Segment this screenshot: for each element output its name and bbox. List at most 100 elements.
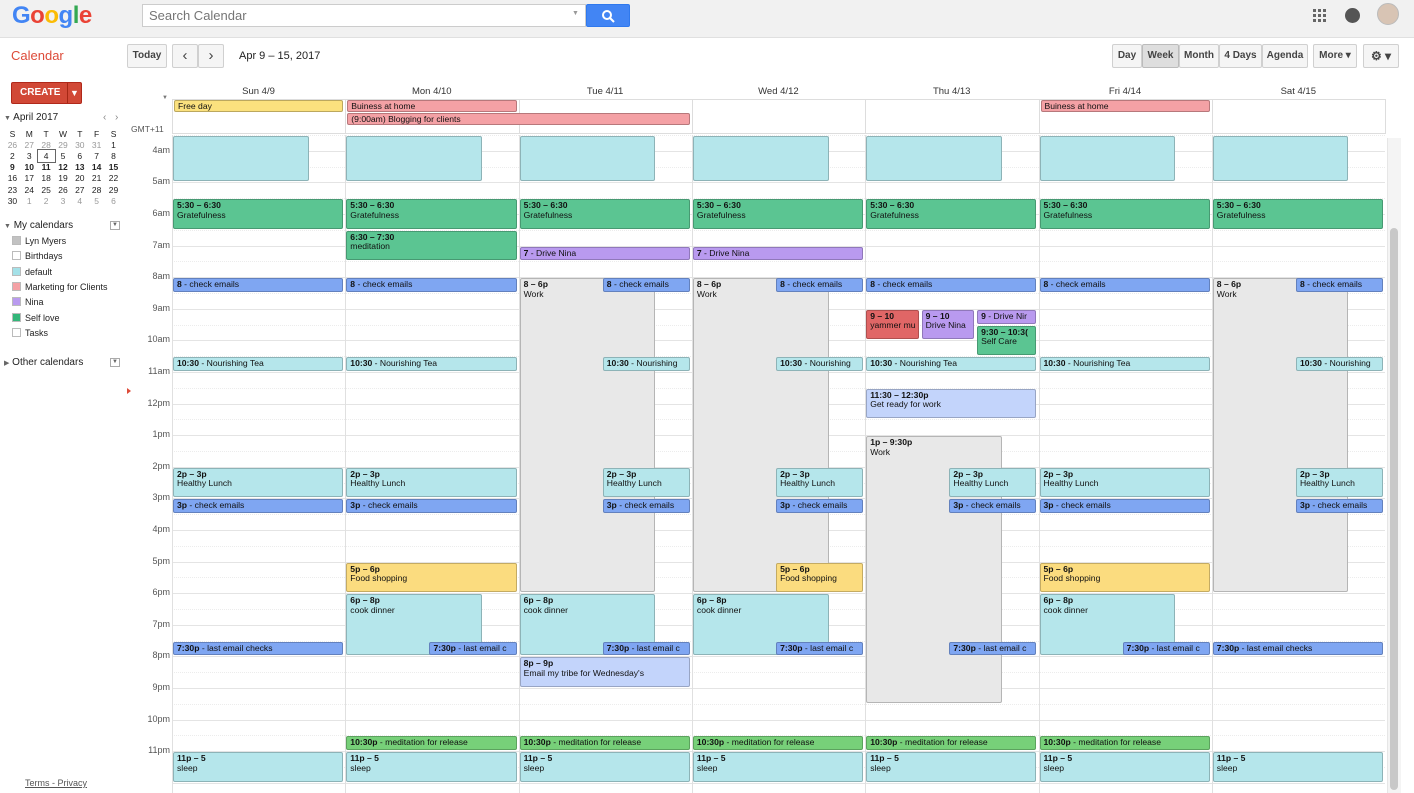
calendar-event[interactable]: 10:30 - Nourishing xyxy=(1295,357,1384,371)
calendar-event[interactable]: 8 - check emails xyxy=(602,278,690,292)
day-header[interactable]: Thu 4/13 xyxy=(865,86,1038,97)
calendar-event[interactable]: 8 – 6p Work xyxy=(692,278,829,593)
calendar-event[interactable]: 2p – 3p Healthy Lunch xyxy=(602,467,690,498)
calendar-event[interactable]: 5:30 – 6:30 Gratefulness xyxy=(692,199,864,229)
calendar-event[interactable]: 8 - check emails xyxy=(1295,278,1384,292)
mini-day[interactable]: 24 xyxy=(21,184,38,195)
calendar-event[interactable] xyxy=(519,136,656,182)
calendar-event[interactable]: 11p – 5 sleep xyxy=(346,752,517,782)
calendar-event[interactable]: 10:30 - Nourishing xyxy=(776,357,864,371)
mini-day[interactable]: 27 xyxy=(21,139,38,150)
all-day-event[interactable]: Buiness at home xyxy=(1040,100,1210,112)
calendar-event[interactable]: 3p - check emails xyxy=(949,499,1037,514)
privacy-link[interactable]: Privacy xyxy=(58,778,88,788)
calendar-event[interactable]: 5p – 6p Food shopping xyxy=(776,562,864,593)
calendar-event[interactable]: 3p - check emails xyxy=(1295,499,1384,514)
google-logo[interactable]: Google xyxy=(12,2,92,30)
calendar-event[interactable] xyxy=(1212,136,1349,182)
other-calendars-menu-icon[interactable]: ▼ xyxy=(110,358,120,367)
calendar-event[interactable]: 7:30p - last email c xyxy=(1122,641,1210,656)
calendar-event[interactable]: 2p – 3p Healthy Lunch xyxy=(776,467,864,498)
calendar-event[interactable]: 9 - Drive Nir xyxy=(977,309,1037,324)
calendar-event[interactable]: 9 – 10 yammer mu xyxy=(866,309,919,340)
week-grid[interactable]: 4am 5am 6am 7am 8am 9am 10am 11am 12pm 1pm 2pm 3pm 4… xyxy=(128,135,1385,793)
calendar-event[interactable]: 3p - check emails xyxy=(173,499,344,514)
calendar-event[interactable]: 3p - check emails xyxy=(1039,499,1210,514)
mini-day[interactable]: 6 xyxy=(71,150,88,161)
calendar-event[interactable]: 11p – 5 sleep xyxy=(519,752,690,782)
calendar-event[interactable]: 11p – 5 sleep xyxy=(1212,752,1384,782)
calendar-event[interactable]: 7:30p - last email checks xyxy=(1212,641,1384,656)
settings-button[interactable]: ⚙ ▾ xyxy=(1363,44,1399,68)
mini-day[interactable]: 17 xyxy=(21,173,38,184)
view-agenda-button[interactable]: Agenda xyxy=(1262,44,1308,68)
mini-day[interactable]: 14 xyxy=(88,162,105,173)
view-4days-button[interactable]: 4 Days xyxy=(1219,44,1262,68)
calendar-event[interactable]: 10:30 - Nourishing Tea xyxy=(346,357,517,371)
all-day-event[interactable]: Free day xyxy=(174,100,344,112)
calendar-event[interactable]: 8p – 9p Email my tribe for Wednesday's xyxy=(519,657,690,687)
today-button[interactable]: Today xyxy=(127,44,167,68)
search-options-icon[interactable]: ▼ xyxy=(572,10,579,17)
calendar-event[interactable]: 8 - check emails xyxy=(1039,278,1210,292)
mini-day[interactable]: 18 xyxy=(38,173,55,184)
mini-day[interactable]: 22 xyxy=(105,173,122,184)
day-header[interactable]: Tue 4/11 xyxy=(519,86,692,97)
calendar-event[interactable]: 11p – 5 sleep xyxy=(1039,752,1210,782)
calendar-event[interactable]: 10:30p - meditation for release xyxy=(866,736,1037,751)
calendar-event[interactable]: 7 - Drive Nina xyxy=(519,246,690,261)
mini-day[interactable]: 9 xyxy=(4,162,21,173)
calendar-item[interactable]: Birthdays xyxy=(12,251,63,263)
calendar-event[interactable]: 5:30 – 6:30 Gratefulness xyxy=(1212,199,1384,229)
notifications-icon[interactable] xyxy=(1345,8,1360,23)
day-header[interactable]: Mon 4/10 xyxy=(345,86,518,97)
calendar-color-swatch[interactable] xyxy=(12,236,21,245)
calendar-event[interactable]: 8 – 6p Work xyxy=(519,278,656,593)
mini-day[interactable]: 4 xyxy=(71,195,88,206)
calendar-event[interactable]: 5:30 – 6:30 Gratefulness xyxy=(346,199,517,229)
mini-prev-icon[interactable]: ‹ xyxy=(103,112,106,123)
calendar-event[interactable]: 5:30 – 6:30 Gratefulness xyxy=(519,199,690,229)
calendar-event[interactable] xyxy=(1039,136,1176,182)
calendar-event[interactable] xyxy=(346,136,482,182)
calendar-event[interactable]: 6:30 – 7:30 meditation xyxy=(346,230,517,261)
calendar-event[interactable]: 7:30p - last email c xyxy=(602,641,690,656)
calendar-event[interactable]: 3p - check emails xyxy=(346,499,517,514)
calendar-event[interactable]: 10:30p - meditation for release xyxy=(1039,736,1210,751)
calendar-event[interactable]: 2p – 3p Healthy Lunch xyxy=(1295,467,1384,498)
calendar-event[interactable]: 11:30 – 12:30p Get ready for work xyxy=(866,388,1037,419)
mini-day[interactable]: 29 xyxy=(105,184,122,195)
apps-grid-icon[interactable] xyxy=(1313,9,1327,23)
mini-day[interactable]: 28 xyxy=(38,139,55,150)
collapse-icon[interactable]: ▼ xyxy=(4,115,11,122)
mini-day[interactable]: 30 xyxy=(4,195,21,206)
calendar-event[interactable]: 10:30p - meditation for release xyxy=(346,736,517,751)
calendar-event[interactable]: 10:30p - meditation for release xyxy=(519,736,690,751)
calendar-item[interactable]: Tasks xyxy=(12,327,48,340)
calendar-event[interactable]: 7:30p - last email c xyxy=(949,641,1037,656)
calendar-event[interactable]: 11p – 5 sleep xyxy=(173,752,344,782)
mini-day[interactable]: 4 xyxy=(36,149,56,163)
mini-day[interactable]: 5 xyxy=(88,195,105,206)
view-month-button[interactable]: Month xyxy=(1179,44,1219,68)
calendar-event[interactable]: 2p – 3p Healthy Lunch xyxy=(1039,467,1210,498)
mini-day[interactable]: 6 xyxy=(105,195,122,206)
mini-day[interactable]: 28 xyxy=(88,184,105,195)
calendar-event[interactable]: 5p – 6p Food shopping xyxy=(1039,562,1210,593)
calendar-event[interactable]: 7:30p - last email checks xyxy=(173,641,344,656)
mini-day[interactable]: 3 xyxy=(21,150,38,161)
mini-day[interactable]: 1 xyxy=(105,139,122,150)
mini-day[interactable]: 2 xyxy=(38,195,55,206)
next-week-button[interactable]: › xyxy=(198,44,224,68)
calendar-event[interactable] xyxy=(692,136,829,182)
calendar-item[interactable]: Nina xyxy=(12,297,44,309)
create-dropdown-icon[interactable]: ▼ xyxy=(67,83,81,103)
mini-day[interactable]: 27 xyxy=(71,184,88,195)
calendar-event[interactable]: 3p - check emails xyxy=(602,499,690,514)
mini-day[interactable]: 13 xyxy=(71,162,88,173)
mini-day[interactable]: 11 xyxy=(38,162,55,173)
avatar[interactable] xyxy=(1377,3,1399,25)
calendar-event[interactable]: 8 – 6p Work xyxy=(1212,278,1349,593)
calendar-event[interactable]: 5:30 – 6:30 Gratefulness xyxy=(173,199,344,229)
calendar-item[interactable]: Self love xyxy=(12,312,60,325)
